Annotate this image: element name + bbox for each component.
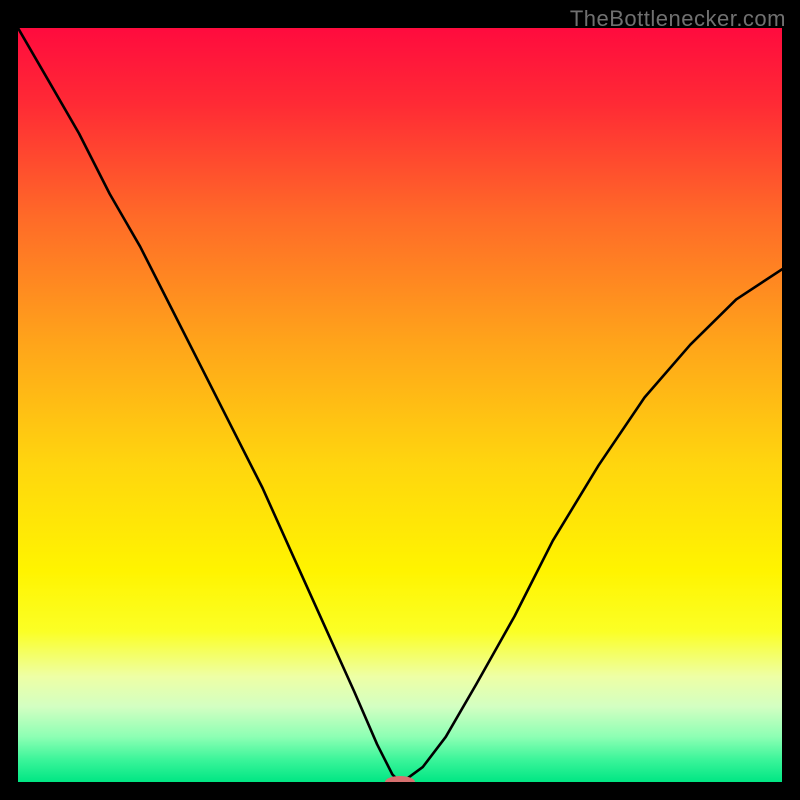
- chart-svg: [18, 28, 782, 782]
- watermark-text: TheBottlenecker.com: [570, 6, 786, 32]
- chart-frame: TheBottlenecker.com: [0, 0, 800, 800]
- gradient-background: [18, 28, 782, 782]
- chart-plot-area: [18, 28, 782, 782]
